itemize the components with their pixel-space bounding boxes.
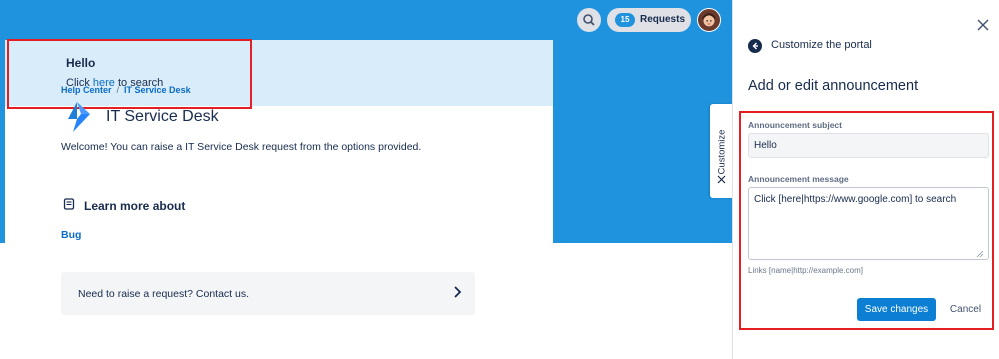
bolt-logo-icon: [68, 102, 90, 132]
portal-title: IT Service Desk: [106, 108, 219, 125]
breadcrumb-separator: /: [116, 85, 120, 95]
close-icon: [717, 175, 726, 184]
resize-grip-icon[interactable]: [976, 250, 984, 258]
subject-input[interactable]: [748, 133, 989, 158]
panel-nav-title: Customize the portal: [771, 39, 872, 51]
search-icon: [583, 14, 595, 26]
link-format-hint: Links [name|http://example.com]: [748, 266, 864, 275]
welcome-text: Welcome! You can raise a IT Service Desk…: [61, 141, 422, 153]
panel-title: Add or edit announcement: [748, 78, 919, 94]
highlight-box-announcement: [7, 39, 252, 109]
requests-count-badge: 15: [615, 13, 635, 27]
contact-us-row[interactable]: Need to raise a request? Contact us.: [61, 272, 475, 315]
breadcrumb: Help Center / IT Service Desk: [61, 85, 191, 95]
breadcrumb-help-center[interactable]: Help Center: [61, 85, 112, 95]
search-button[interactable]: [577, 8, 601, 32]
save-changes-button[interactable]: Save changes: [857, 298, 936, 321]
requests-label: Requests: [640, 14, 686, 25]
breadcrumb-it-service-desk[interactable]: IT Service Desk: [124, 85, 191, 95]
subject-label: Announcement subject: [748, 120, 842, 130]
contact-us-text: Need to raise a request? Contact us.: [78, 288, 250, 300]
back-arrow-icon[interactable]: [748, 39, 762, 53]
requests-button[interactable]: 15 Requests: [607, 8, 691, 32]
chevron-right-icon: [454, 286, 462, 298]
avatar[interactable]: [697, 8, 721, 32]
avatar-face-icon: [702, 13, 716, 27]
customize-tab-label: Customize: [716, 129, 728, 175]
learn-more-heading: Learn more about: [84, 199, 186, 213]
customize-tab[interactable]: Customize: [710, 104, 734, 198]
message-textarea[interactable]: Click [here|https://www.google.com] to s…: [748, 187, 989, 260]
learn-more-link-bug[interactable]: Bug: [61, 229, 81, 241]
book-icon: [63, 198, 75, 210]
message-label: Announcement message: [748, 174, 849, 184]
cancel-button[interactable]: Cancel: [943, 298, 988, 321]
close-icon[interactable]: [977, 19, 989, 31]
